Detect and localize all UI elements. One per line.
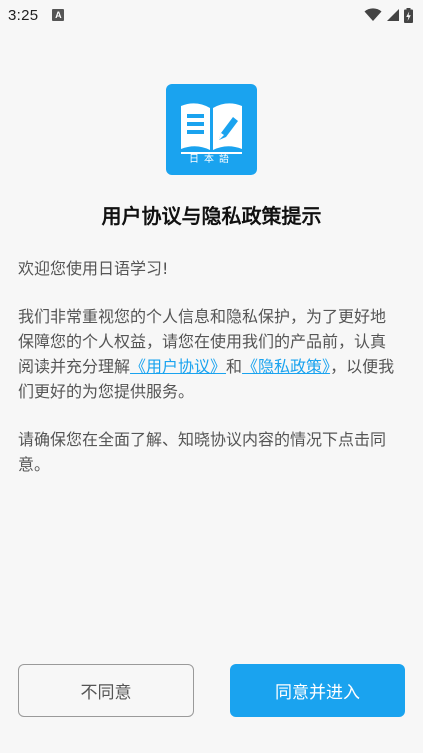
user-agreement-link[interactable]: 《用户协议》 [130, 357, 226, 376]
disagree-button[interactable]: 不同意 [18, 664, 194, 717]
notification-icon: A [52, 9, 65, 21]
privacy-policy-link[interactable]: 《隐私政策》 [242, 357, 330, 376]
disagree-button-label: 不同意 [80, 683, 132, 703]
dialog-title: 用户协议与隐私政策提示 [101, 204, 322, 228]
cellular-signal-icon [387, 9, 399, 21]
logo-text: 日本語 [189, 154, 234, 165]
battery-charging-icon [404, 7, 413, 23]
app-logo: 日本語 [166, 84, 257, 175]
wifi-icon [364, 8, 382, 21]
dialog-content: 欢迎您使用日语学习! 我们非常重视您的个人信息和隐私保护，为了更好地保障您的个人… [18, 256, 398, 500]
status-icons [364, 7, 413, 23]
and-text: 和 [226, 357, 243, 376]
agree-button-label: 同意并进入 [275, 683, 360, 703]
status-bar: 3:25 A [0, 0, 423, 30]
privacy-paragraph: 我们非常重视您的个人信息和隐私保护，为了更好地保障您的个人权益，请您在使用我们的… [18, 304, 398, 404]
welcome-text: 欢迎您使用日语学习! [18, 259, 169, 278]
agree-and-enter-button[interactable]: 同意并进入 [230, 664, 405, 717]
status-time: 3:25 [8, 6, 39, 24]
confirm-paragraph: 请确保您在全面了解、知晓协议内容的情况下点击同意。 [18, 430, 387, 474]
